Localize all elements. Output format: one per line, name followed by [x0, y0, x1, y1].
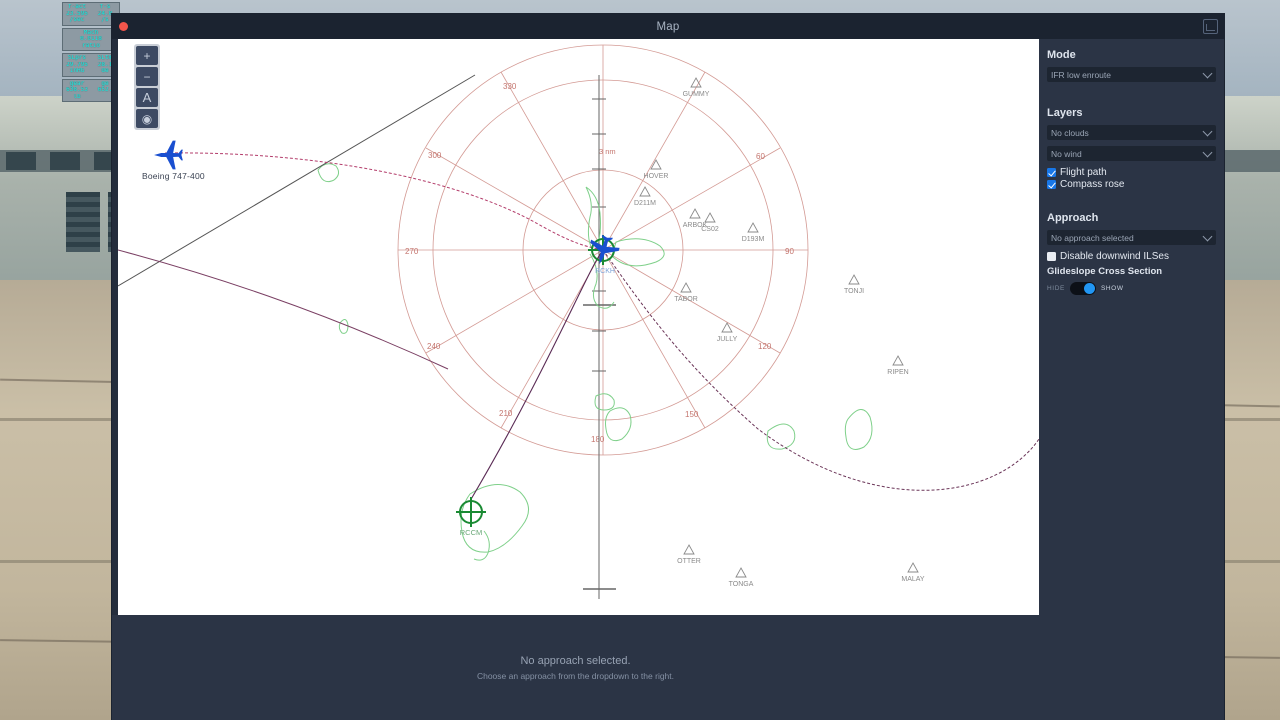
disable-downwind-ils-row[interactable]: Disable downwind ILSes [1047, 251, 1216, 262]
approach-dropdown-value: No approach selected [1051, 232, 1134, 243]
hud-unit: lb [73, 93, 81, 100]
settings-panel: Mode IFR low enroute Layers No clouds No… [1039, 39, 1224, 720]
bearing-180: 180 [591, 435, 605, 444]
window-titlebar[interactable]: Map [112, 14, 1224, 39]
toggle-knob [1083, 283, 1095, 294]
north-arrow-icon: A [142, 90, 152, 105]
hud-cell: f-act 23.595 /sec [63, 4, 91, 24]
hud-unit: ratio [81, 42, 101, 49]
waypoint-layer [639, 77, 919, 578]
waypoint-label-d211m: D211M [634, 200, 656, 207]
close-window-icon[interactable] [119, 22, 128, 31]
waypoint-label-hover: HOVER [644, 173, 669, 180]
bearing-330: 330 [503, 82, 517, 91]
glideslope-toggle-switch[interactable] [1069, 282, 1096, 295]
map-window: Map 330 300 270 240 210 180 150 120 90 6… [112, 14, 1224, 720]
map-column: 330 300 270 240 210 180 150 120 90 60 3 … [112, 39, 1039, 720]
hud-unit: /sec [69, 17, 85, 23]
waypoint-label-d193m: D193M [742, 236, 765, 243]
waypoint-label-malay: MALAY [901, 576, 925, 583]
bearing-60: 60 [756, 152, 765, 161]
bearing-270: 270 [405, 247, 419, 256]
approach-dropdown[interactable]: No approach selected [1047, 230, 1216, 245]
glideslope-toggle-row[interactable]: HIDE SHOW [1047, 282, 1216, 295]
restore-window-icon[interactable] [1203, 19, 1218, 34]
hud-cell: gear 638.53 lb [63, 81, 91, 101]
airport-marker-rccm: RCCM [456, 497, 486, 537]
airport-label-rccm: RCCM [460, 528, 483, 537]
flight-path-label: Flight path [1060, 167, 1107, 178]
waypoint-label-ripen: RIPEN [887, 369, 908, 376]
clouds-layer-dropdown[interactable]: No clouds [1047, 125, 1216, 140]
glideslope-show-label: SHOW [1100, 285, 1124, 292]
bearing-90: 90 [785, 247, 794, 256]
glideslope-section-title: Glideslope Cross Section [1047, 266, 1163, 277]
zoom-in-icon: + [143, 48, 151, 63]
zoom-in-button[interactable]: + [136, 46, 158, 65]
waypoint-label-otter: OTTER [677, 558, 701, 565]
center-station-label: RCKH [595, 268, 615, 275]
bearing-210: 210 [499, 409, 513, 418]
compass-rose-checkbox-row[interactable]: Compass rose [1047, 179, 1216, 190]
map-canvas[interactable]: 330 300 270 240 210 180 150 120 90 60 3 … [118, 39, 1039, 615]
chevron-down-icon [1202, 126, 1213, 137]
approach-section-title: Approach [1047, 212, 1099, 224]
flight-path [118, 152, 1039, 502]
center-aircraft-button[interactable]: ◉ [136, 109, 158, 128]
waypoint-label-gummy: GUMMY [683, 91, 710, 98]
mode-dropdown-value: IFR low enroute [1051, 69, 1111, 80]
disable-downwind-ils-label: Disable downwind ILSes [1060, 251, 1169, 262]
status-headline: No approach selected. [520, 654, 631, 667]
wind-dropdown-value: No wind [1051, 148, 1082, 159]
flight-path-checkbox-row[interactable]: Flight path [1047, 167, 1216, 178]
waypoint-label-tonji: TONJI [844, 288, 864, 295]
disable-downwind-ils-checkbox[interactable] [1047, 252, 1056, 261]
compass-rose-checkbox[interactable] [1047, 180, 1056, 189]
layers-section-title: Layers [1047, 107, 1083, 119]
window-body: 330 300 270 240 210 180 150 120 90 60 3 … [112, 39, 1224, 720]
flight-path-checkbox[interactable] [1047, 168, 1056, 177]
wind-layer-dropdown[interactable]: No wind [1047, 146, 1216, 161]
mode-dropdown[interactable]: IFR low enroute [1047, 67, 1216, 82]
hud-cell: SLprs 29.795 inHG [63, 55, 91, 75]
zoom-out-icon: − [143, 69, 151, 84]
chevron-down-icon [1202, 68, 1213, 79]
hud-unit: inHG [69, 68, 85, 74]
waypoint-labels: GUMMY HOVER D211M ARBOK CS02 D193M TONJI… [634, 91, 925, 588]
north-up-button[interactable]: A [136, 88, 158, 107]
range-ring-scale-label: 3 nm [599, 147, 616, 156]
bearing-240: 240 [427, 342, 441, 351]
zoom-out-button[interactable]: − [136, 67, 158, 86]
hud-cell: Mach 0.0118 ratio [63, 30, 119, 50]
crosshair-icon: ◉ [141, 111, 153, 126]
glideslope-cross-section-pane: No approach selected. Choose an approach… [112, 615, 1039, 720]
terrain-coastline [317, 163, 873, 561]
mode-section-title: Mode [1047, 49, 1076, 61]
waypoint-label-tonga: TONGA [729, 581, 754, 588]
window-title: Map [656, 20, 680, 33]
bearing-150: 150 [685, 410, 699, 419]
status-hint: Choose an approach from the dropdown to … [476, 670, 675, 681]
bearing-300: 300 [428, 151, 442, 160]
clouds-dropdown-value: No clouds [1051, 127, 1089, 138]
chevron-down-icon [1202, 231, 1213, 242]
map-toolbar[interactable]: + − A ◉ [134, 44, 160, 130]
flight-plan-aircraft-icon [154, 140, 183, 170]
waypoint-label-jully: JULLY [717, 336, 738, 343]
glideslope-hide-label: HIDE [1047, 285, 1065, 292]
aircraft-type-label: Boeing 747-400 [142, 171, 205, 181]
waypoint-label-tabor: TABOR [674, 296, 698, 303]
waypoint-label-cs02: CS02 [701, 226, 719, 233]
hangar-door [66, 192, 100, 252]
bearing-120: 120 [758, 342, 772, 351]
chevron-down-icon [1202, 147, 1213, 158]
compass-rose-label: Compass rose [1060, 179, 1125, 190]
